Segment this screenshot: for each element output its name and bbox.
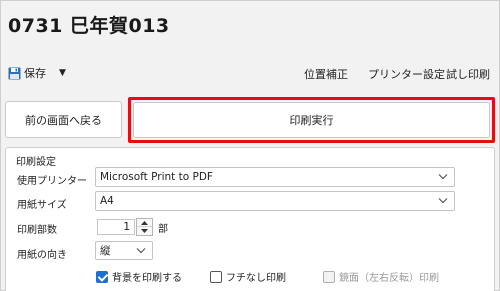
- decrement-button[interactable]: [137, 227, 152, 235]
- save-button[interactable]: 保存 ▼: [8, 64, 66, 82]
- triangle-up-icon: [141, 220, 148, 225]
- run-print-highlight: 印刷実行: [128, 97, 495, 143]
- mirror-print-checkbox: 鏡面（左右反転）印刷: [323, 269, 439, 284]
- test-print-button[interactable]: 試し印刷: [446, 66, 490, 82]
- copies-label: 印刷部数: [17, 225, 57, 236]
- chevron-down-icon: [438, 174, 448, 180]
- copies-stepper[interactable]: [136, 218, 153, 236]
- chevron-down-icon[interactable]: ▼: [59, 68, 66, 78]
- paper-size-label: 用紙サイズ: [17, 200, 67, 211]
- save-button-label: 保存: [24, 67, 46, 80]
- printer-settings-button[interactable]: プリンター設定: [368, 66, 445, 82]
- chevron-down-icon: [136, 247, 146, 253]
- printer-select-value: Microsoft Print to PDF: [100, 171, 213, 183]
- paper-size-value: A4: [100, 195, 114, 207]
- copies-unit: 部: [158, 224, 168, 235]
- checkbox-disabled-icon: [323, 270, 335, 283]
- back-button[interactable]: 前の画面へ戻る: [5, 101, 122, 138]
- mirror-print-label: 鏡面（左右反転）印刷: [339, 273, 439, 284]
- borderless-print-checkbox[interactable]: フチなし印刷: [210, 269, 286, 284]
- orientation-label: 用紙の向き: [17, 250, 67, 261]
- increment-button[interactable]: [137, 219, 152, 227]
- toolbar: 保存 ▼ 位置補正 プリンター設定 試し印刷: [0, 60, 500, 86]
- borderless-print-label: フチなし印刷: [226, 273, 286, 284]
- printer-select[interactable]: Microsoft Print to PDF: [95, 167, 455, 187]
- position-adjust-button[interactable]: 位置補正: [304, 66, 348, 82]
- floppy-disk-icon: [8, 67, 21, 79]
- paper-size-select[interactable]: A4: [95, 191, 455, 211]
- checkbox-checked-icon: [96, 270, 108, 283]
- orientation-select[interactable]: 縦: [95, 241, 153, 260]
- print-background-checkbox[interactable]: 背景を印刷する: [96, 269, 182, 284]
- checkbox-unchecked-icon: [210, 270, 222, 283]
- run-print-button[interactable]: 印刷実行: [133, 102, 490, 138]
- print-background-label: 背景を印刷する: [112, 273, 182, 284]
- copies-input[interactable]: 1: [97, 219, 135, 235]
- orientation-value: 縦: [100, 245, 111, 257]
- triangle-down-icon: [141, 229, 148, 233]
- printer-label: 使用プリンター: [17, 176, 87, 187]
- chevron-down-icon: [438, 198, 448, 204]
- panel-title: 印刷設定: [16, 157, 56, 168]
- page-title: 0731 巳年賀013: [8, 15, 170, 37]
